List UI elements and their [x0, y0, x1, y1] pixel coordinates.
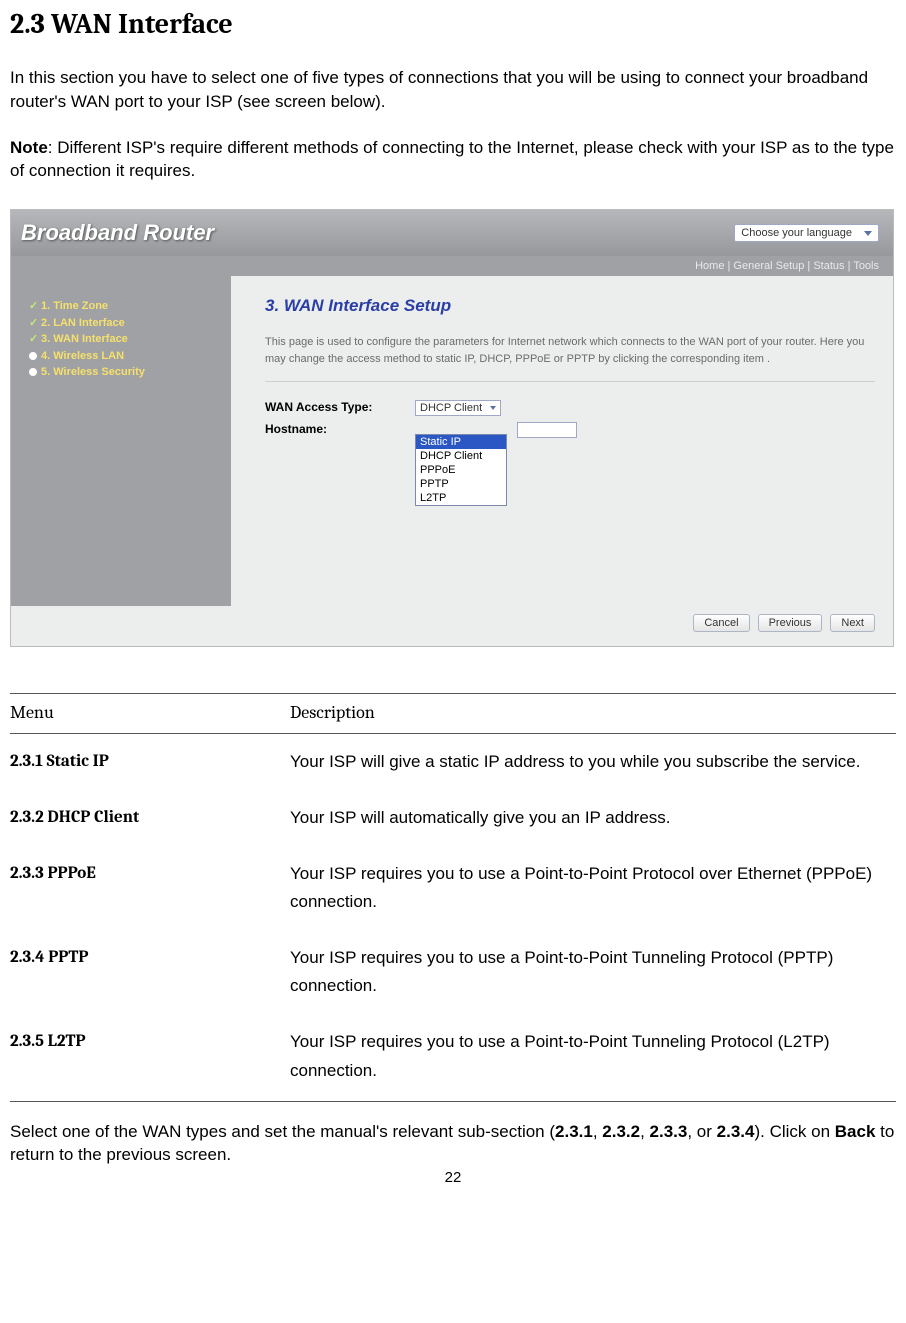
- intro-paragraph: In this section you have to select one o…: [10, 66, 896, 114]
- note-paragraph: Note: Different ISP's require different …: [10, 136, 896, 184]
- desc-cell: Your ISP will automatically give you an …: [290, 790, 896, 846]
- main-panel: 3. WAN Interface Setup This page is used…: [231, 276, 893, 646]
- outro-text: Select one of the WAN types and set the …: [10, 1122, 555, 1141]
- previous-button[interactable]: Previous: [758, 614, 823, 632]
- screenshot-topbar: Broadband Router Choose your language: [11, 210, 893, 256]
- router-screenshot: Broadband Router Choose your language Ho…: [10, 209, 894, 647]
- check-icon: ✓: [29, 315, 37, 332]
- description-table: Menu Description 2.3.1 Static IP Your IS…: [10, 693, 896, 1101]
- nav-tools[interactable]: Tools: [853, 260, 879, 272]
- desc-cell: Your ISP requires you to use a Point-to-…: [290, 846, 896, 930]
- outro-text: , or: [687, 1122, 716, 1141]
- col-header-desc: Description: [290, 694, 896, 734]
- main-description: This page is used to configure the param…: [265, 334, 875, 367]
- brand-title: Broadband Router: [21, 220, 214, 246]
- outro-ref: 2.3.1: [555, 1122, 593, 1141]
- outro-ref: 2.3.3: [650, 1122, 688, 1141]
- sidebar-item-label: 1. Time Zone: [41, 298, 108, 315]
- sidebar-item-label: 4. Wireless LAN: [41, 348, 124, 365]
- outro-paragraph: Select one of the WAN types and set the …: [10, 1120, 896, 1168]
- bullet-icon: [29, 368, 37, 376]
- sidebar-item-wan[interactable]: ✓3. WAN Interface: [29, 331, 221, 348]
- button-row: Cancel Previous Next: [693, 614, 875, 632]
- table-row: 2.3.4 PPTP Your ISP requires you to use …: [10, 930, 896, 1014]
- wan-access-label: WAN Access Type:: [265, 400, 415, 414]
- next-button[interactable]: Next: [830, 614, 875, 632]
- check-icon: ✓: [29, 298, 37, 315]
- note-colon: :: [48, 138, 57, 157]
- sidebar-item-wlan[interactable]: 4. Wireless LAN: [29, 348, 221, 365]
- sidebar-item-timezone[interactable]: ✓1. Time Zone: [29, 298, 221, 315]
- dropdown-option-pptp[interactable]: PPTP: [416, 477, 506, 491]
- menu-cell: 2.3.5 L2TP: [10, 1014, 290, 1101]
- outro-text: ,: [593, 1122, 602, 1141]
- dropdown-option-pppoe[interactable]: PPPoE: [416, 463, 506, 477]
- sidebar-item-label: 3. WAN Interface: [41, 331, 128, 348]
- nav-home[interactable]: Home: [695, 260, 724, 272]
- sidebar: ✓1. Time Zone ✓2. LAN Interface ✓3. WAN …: [11, 276, 231, 606]
- nav-status[interactable]: Status: [813, 260, 844, 272]
- desc-cell: Your ISP requires you to use a Point-to-…: [290, 930, 896, 1014]
- bullet-icon: [29, 352, 37, 360]
- outro-ref: 2.3.4: [717, 1122, 755, 1141]
- table-row: 2.3.2 DHCP Client Your ISP will automati…: [10, 790, 896, 846]
- dropdown-option-static[interactable]: Static IP: [416, 435, 506, 449]
- divider: [265, 381, 875, 382]
- desc-cell: Your ISP will give a static IP address t…: [290, 734, 896, 791]
- sidebar-item-label: 2. LAN Interface: [41, 315, 125, 332]
- cancel-button[interactable]: Cancel: [693, 614, 749, 632]
- check-icon: ✓: [29, 331, 37, 348]
- table-row: 2.3.1 Static IP Your ISP will give a sta…: [10, 734, 896, 791]
- note-body: Different ISP's require different method…: [10, 138, 894, 181]
- sidebar-item-wsec[interactable]: 5. Wireless Security: [29, 364, 221, 381]
- dropdown-option-dhcp[interactable]: DHCP Client: [416, 449, 506, 463]
- nav-sep: |: [845, 260, 854, 272]
- menu-cell: 2.3.4 PPTP: [10, 930, 290, 1014]
- col-header-menu: Menu: [10, 694, 290, 734]
- hostname-label: Hostname:: [265, 422, 415, 436]
- outro-text: ). Click on: [754, 1122, 834, 1141]
- desc-cell: Your ISP requires you to use a Point-to-…: [290, 1014, 896, 1101]
- wan-access-select[interactable]: DHCP Client: [415, 400, 501, 416]
- main-title: 3. WAN Interface Setup: [265, 296, 875, 316]
- table-row: 2.3.3 PPPoE Your ISP requires you to use…: [10, 846, 896, 930]
- menu-cell: 2.3.1 Static IP: [10, 734, 290, 791]
- dropdown-option-l2tp[interactable]: L2TP: [416, 491, 506, 505]
- page-number: 22: [10, 1169, 896, 1186]
- outro-ref: 2.3.2: [602, 1122, 640, 1141]
- outro-back: Back: [835, 1122, 876, 1141]
- hostname-input[interactable]: [517, 422, 577, 438]
- outro-text: ,: [640, 1122, 649, 1141]
- nav-general[interactable]: General Setup: [733, 260, 804, 272]
- menu-cell: 2.3.3 PPPoE: [10, 846, 290, 930]
- section-heading: 2.3 WAN Interface: [10, 8, 896, 40]
- sidebar-item-label: 5. Wireless Security: [41, 364, 145, 381]
- nav-linkbar: Home | General Setup | Status | Tools: [11, 256, 893, 276]
- menu-cell: 2.3.2 DHCP Client: [10, 790, 290, 846]
- nav-sep: |: [804, 260, 813, 272]
- sidebar-item-lan[interactable]: ✓2. LAN Interface: [29, 315, 221, 332]
- wan-access-dropdown[interactable]: Static IP DHCP Client PPPoE PPTP L2TP: [415, 434, 507, 506]
- language-select[interactable]: Choose your language: [734, 224, 879, 242]
- table-row: 2.3.5 L2TP Your ISP requires you to use …: [10, 1014, 896, 1101]
- note-label: Note: [10, 138, 48, 157]
